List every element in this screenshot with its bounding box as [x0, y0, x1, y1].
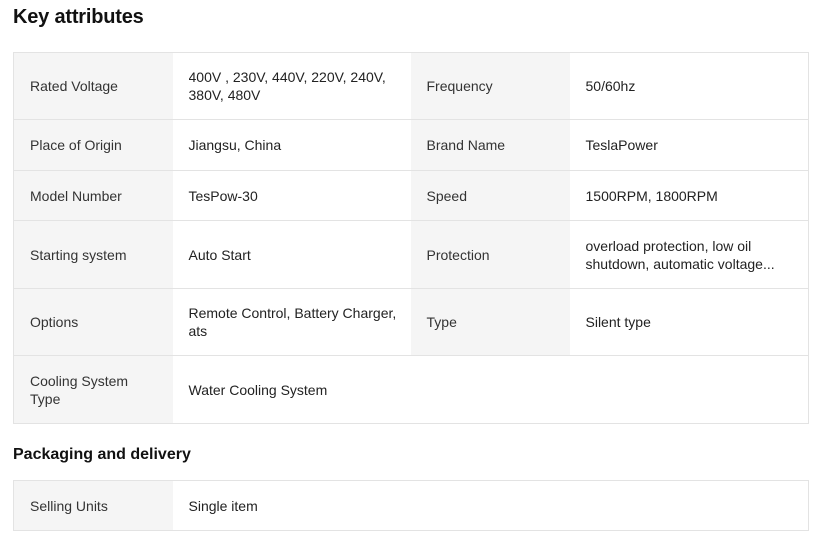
attribute-key: Model Number [13, 170, 173, 221]
attribute-value: 1500RPM, 1800RPM [569, 170, 809, 221]
packaging-row: Selling Units Single item [13, 480, 809, 531]
attribute-key: Frequency [410, 52, 570, 120]
attribute-value: TeslaPower [569, 119, 809, 171]
packaging-table: Selling Units Single item [13, 480, 809, 531]
attribute-row: Options Remote Control, Battery Charger,… [13, 288, 809, 356]
attribute-key: Rated Voltage [13, 52, 173, 120]
attribute-value: Silent type [569, 288, 809, 356]
attribute-key: Type [410, 288, 570, 356]
attribute-value: overload protection, low oil shutdown, a… [569, 220, 809, 289]
attribute-key: Options [13, 288, 173, 356]
attribute-value: TesPow-30 [172, 170, 411, 221]
attribute-value: Water Cooling System [172, 355, 809, 424]
attribute-value: 50/60hz [569, 52, 809, 120]
key-attributes-table: Rated Voltage 400V , 230V, 440V, 220V, 2… [13, 52, 809, 424]
attribute-key: Brand Name [410, 119, 570, 171]
attribute-value: 400V , 230V, 440V, 220V, 240V, 380V, 480… [172, 52, 411, 120]
attribute-key: Protection [410, 220, 570, 289]
packaging-heading: Packaging and delivery [13, 446, 191, 463]
key-attributes-heading: Key attributes [13, 6, 144, 28]
packaging-value: Single item [172, 480, 809, 531]
attribute-row: Rated Voltage 400V , 230V, 440V, 220V, 2… [13, 52, 809, 120]
attribute-row: Model Number TesPow-30 Speed 1500RPM, 18… [13, 170, 809, 221]
attribute-key: Cooling System Type [13, 355, 173, 424]
attribute-row: Place of Origin Jiangsu, China Brand Nam… [13, 119, 809, 171]
attribute-row: Cooling System Type Water Cooling System [13, 355, 809, 424]
packaging-key: Selling Units [13, 480, 173, 531]
attribute-value: Auto Start [172, 220, 411, 289]
attribute-value: Jiangsu, China [172, 119, 411, 171]
attribute-key: Speed [410, 170, 570, 221]
attribute-key: Starting system [13, 220, 173, 289]
attribute-value: Remote Control, Battery Charger, ats [172, 288, 411, 356]
attribute-key: Place of Origin [13, 119, 173, 171]
attribute-row: Starting system Auto Start Protection ov… [13, 220, 809, 289]
